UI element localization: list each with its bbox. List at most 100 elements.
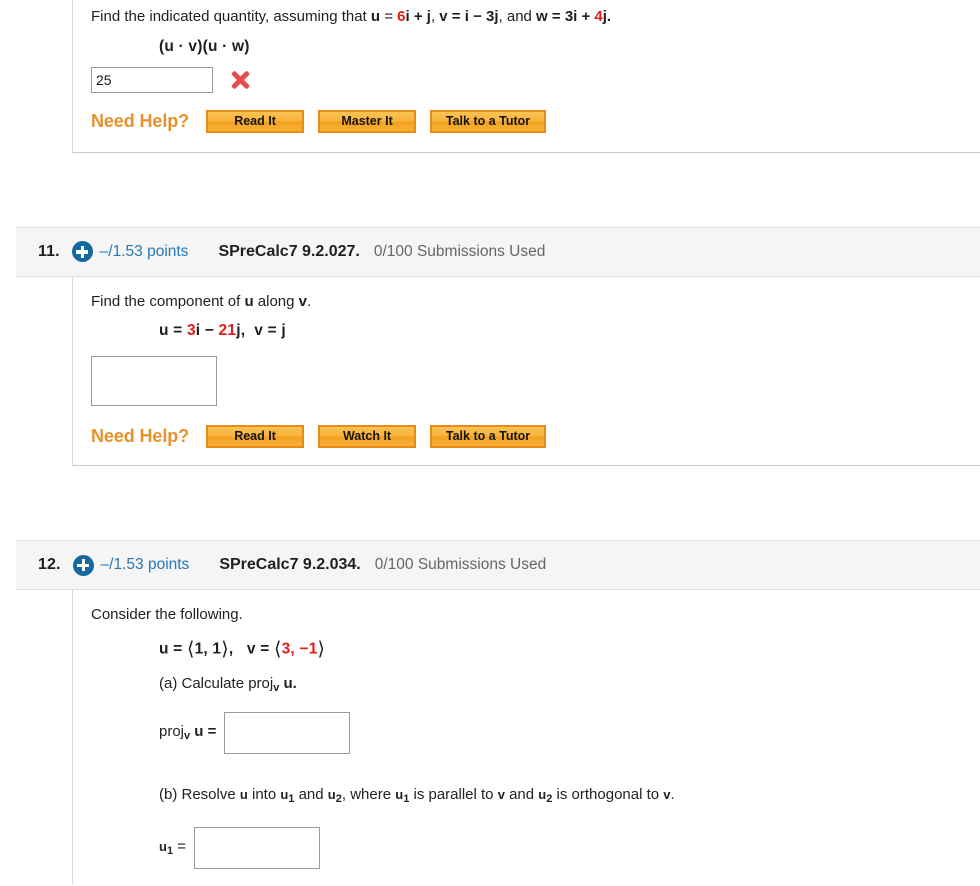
part-b-seg2: into	[247, 785, 281, 803]
problem-block-12: 12. –/1.53 points SPreCalc7 9.2.034. 0/1…	[0, 540, 980, 885]
w-value-post: j.	[602, 8, 612, 25]
w-coefficient-red: 4	[594, 8, 603, 25]
math12-comma: ,	[228, 640, 234, 657]
vector-v-inline: v	[298, 292, 307, 310]
angle-open-v: ⟨	[273, 638, 282, 660]
math12-u-eq: =	[168, 640, 187, 657]
math-v-label: v	[254, 322, 264, 339]
math12-v-eq: =	[255, 640, 274, 657]
part-b-seg4: , where	[341, 785, 396, 803]
prompt-11-end: .	[307, 292, 312, 310]
points-label-11: –/1.53 points	[99, 242, 189, 260]
read-it-button[interactable]: Read It	[205, 108, 306, 134]
points-label-12: –/1.53 points	[100, 556, 190, 573]
part-b-v2: v	[663, 786, 671, 802]
part-a-text-post: u.	[279, 674, 297, 692]
problem-code-12: SPreCalc7 9.2.034.	[219, 556, 361, 573]
vector-u-inline: u	[244, 292, 254, 310]
read-it-button-11[interactable]: Read It	[205, 424, 306, 449]
part-b-label-eq: =	[173, 838, 187, 855]
problem-body-12: Consider the following. u = ⟨1, 1⟩, v = …	[72, 590, 980, 885]
master-it-button[interactable]: Master It	[317, 108, 418, 134]
math-coef-3: 3	[186, 322, 196, 339]
part-a-text-pre: (a) Calculate proj	[159, 674, 274, 692]
math12-v-label: v	[246, 640, 256, 657]
part-b-u: u	[239, 786, 248, 802]
part-a-label: projv u =	[159, 723, 216, 742]
equals-1: =	[380, 8, 398, 25]
submissions-used-11: 0/100 Submissions Used	[373, 242, 546, 260]
vector-w: w	[536, 8, 548, 25]
need-help-label-11: Need Help?	[91, 426, 190, 446]
math-eq: =	[168, 322, 187, 339]
u-value: i + j	[405, 8, 431, 25]
angle-close-v: ⟩	[317, 638, 326, 660]
answer-input-top[interactable]	[91, 66, 213, 93]
talk-to-tutor-button[interactable]: Talk to a Tutor	[429, 108, 548, 134]
need-help-row-11: Need Help? Read It Watch It Talk to a Tu…	[91, 424, 980, 449]
vector-u: u	[370, 8, 381, 25]
math12-v-components: 3, −1	[281, 640, 318, 657]
part-a-answer-input[interactable]	[224, 711, 351, 754]
problem-header-11: 11. –/1.53 points SPreCalc7 9.2.027. 0/1…	[16, 226, 980, 277]
problem-code-11: SPreCalc7 9.2.027.	[218, 242, 360, 260]
prompt-11-mid: along	[253, 292, 299, 310]
watch-it-button-11[interactable]: Watch It	[317, 424, 418, 449]
math-line-11: u = 3i − 21j, v = j	[159, 322, 980, 340]
math-line-12: u = ⟨1, 1⟩, v = ⟨3, −1⟩	[159, 638, 980, 661]
part-b-label: u1 =	[159, 838, 186, 857]
section-gap-2	[0, 466, 980, 540]
answer-row-11	[91, 356, 980, 406]
problem-number-12: 12.	[38, 556, 61, 573]
incorrect-x-icon	[230, 70, 250, 90]
proj-u-equals: u =	[190, 723, 217, 740]
part-b-prompt: (b) Resolve u into u1 and u2, where u1 i…	[159, 786, 980, 805]
u-coefficient-red: 6	[397, 8, 406, 25]
part-a-answer-row: projv u =	[159, 711, 980, 754]
part-b-seg1: (b) Resolve	[159, 785, 240, 803]
math-i-minus: i −	[195, 322, 219, 339]
v-value: = i − 3j	[447, 8, 499, 25]
question-prompt-11: Find the component of u along v.	[91, 291, 980, 314]
math-u-label: u	[159, 322, 169, 339]
vector-v: v	[439, 8, 448, 25]
proj-label: proj	[159, 723, 185, 740]
prompt-lead: Find the indicated quantity, assuming th…	[91, 8, 371, 25]
separator-2: , and	[498, 8, 537, 25]
math-v-value: = j	[263, 322, 286, 339]
expand-plus-icon-12[interactable]	[72, 554, 94, 576]
part-b-answer-row: u1 =	[159, 826, 980, 869]
angle-close-u: ⟩	[221, 638, 229, 660]
problem-body-top: Find the indicated quantity, assuming th…	[72, 0, 980, 153]
expression-dot-products: (u · v)(u · w)	[159, 37, 250, 55]
problem-header-12: 12. –/1.53 points SPreCalc7 9.2.034. 0/1…	[16, 540, 980, 590]
talk-to-tutor-button-11[interactable]: Talk to a Tutor	[429, 424, 548, 449]
answer-row-top	[91, 66, 980, 93]
part-b-seg8: .	[670, 785, 675, 803]
math-coef-21: 21	[218, 322, 237, 339]
math12-u-components: 1, 1	[194, 640, 222, 657]
expand-plus-icon[interactable]	[71, 241, 93, 262]
math12-u-label: u	[159, 640, 169, 657]
part-b-u1b: u	[395, 786, 404, 802]
part-a-prompt: (a) Calculate projv u.	[159, 675, 980, 694]
prompt-11-pre: Find the component of	[91, 292, 245, 310]
part-b-answer-input[interactable]	[194, 826, 321, 869]
submissions-used-12: 0/100 Submissions Used	[374, 556, 547, 573]
need-help-row-top: Need Help? Read It Master It Talk to a T…	[91, 108, 980, 134]
problem-body-11: Find the component of u along v. u = 3i …	[72, 276, 980, 466]
problem-block-top: Find the indicated quantity, assuming th…	[0, 0, 980, 153]
math-j: j,	[236, 322, 246, 339]
part-b-label-u: u	[159, 839, 167, 854]
part-b-seg6: and	[504, 785, 539, 803]
part-b-seg7: is orthogonal to	[552, 785, 664, 803]
part-b-u2: u	[327, 786, 336, 802]
part-b-seg3: and	[294, 785, 328, 803]
w-value-pre: = 3i +	[547, 8, 595, 25]
question-prompt-12: Consider the following.	[91, 606, 243, 623]
part-b-seg5: is parallel to	[409, 785, 498, 803]
answer-input-11[interactable]	[91, 356, 217, 406]
problem-number-11: 11.	[38, 242, 60, 260]
need-help-label: Need Help?	[91, 110, 190, 131]
section-gap-1	[0, 153, 980, 227]
